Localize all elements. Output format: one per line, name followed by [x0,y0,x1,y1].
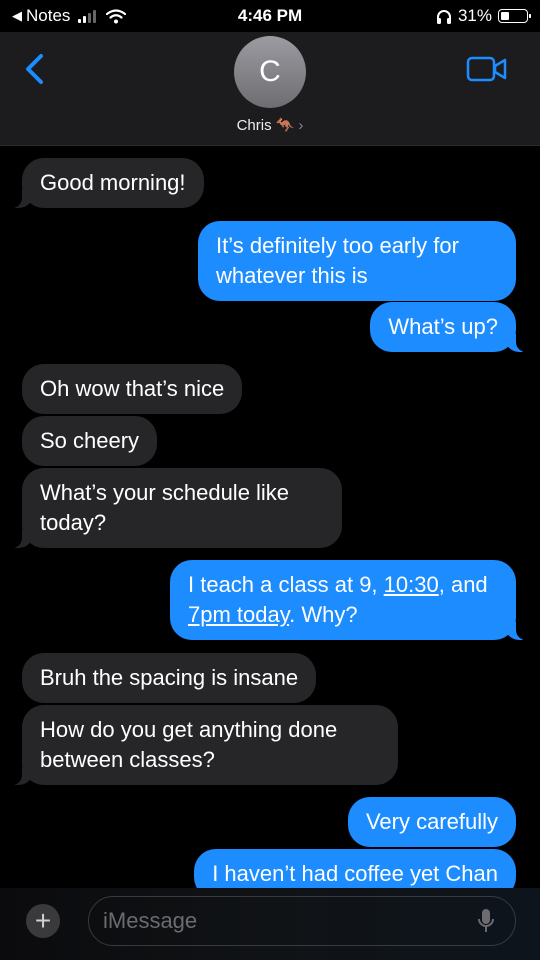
message-bubble[interactable]: What’s up? [370,302,527,352]
time-link[interactable]: 10:30 [384,572,439,597]
message-text: I teach a class at 9, [188,572,384,597]
message-bubble[interactable]: What’s your schedule like today? [11,468,342,548]
message-input-wrapper[interactable] [88,896,516,946]
message-bubble[interactable]: Bruh the spacing is insane [22,653,317,703]
message-text: So cheery [40,428,140,453]
message-bubble[interactable]: I teach a class at 9, 10:30, and 7pm tod… [170,560,527,640]
status-right: 31% [436,6,531,26]
apps-plus-button[interactable]: + [26,904,60,938]
headphones-icon [436,9,451,24]
video-call-icon[interactable] [466,54,508,84]
message-text: How do you get anything done between cla… [40,717,338,772]
contact-avatar[interactable]: C [234,36,306,108]
compose-bar: + [0,888,540,960]
message-bubble[interactable]: How do you get anything done between cla… [11,705,398,785]
back-chevron-icon[interactable] [20,52,50,86]
message-bubble[interactable]: Good morning! [11,158,204,208]
message-text: Bruh the spacing is insane [40,665,299,690]
microphone-icon[interactable] [477,908,495,934]
message-input[interactable] [89,897,459,944]
message-text: . Why? [289,602,358,627]
message-bubble[interactable]: Very carefully [347,797,516,847]
contact-name: Chris 🦘 [236,117,295,134]
message-bubble[interactable]: So cheery [22,416,158,466]
message-bubble[interactable]: I haven’t had coffee yet Chan [194,849,516,888]
message-text: Oh wow that’s nice [40,376,225,401]
date-link[interactable]: 7pm today [188,602,289,627]
contact-name-row[interactable]: Chris 🦘 › [0,116,540,134]
message-thread[interactable]: Good morning! It’s definitely too early … [0,146,540,888]
battery-percent: 31% [457,6,492,25]
message-text: What’s up? [388,314,498,339]
message-bubble[interactable]: Oh wow that’s nice [22,364,243,414]
message-text: Very carefully [365,809,498,834]
message-bubble[interactable]: It’s definitely too early for whatever t… [198,221,516,301]
message-text: Good morning! [40,170,186,195]
message-text: It’s definitely too early for whatever t… [216,233,459,288]
conversation-header: C Chris 🦘 › [0,32,540,146]
message-text: What’s your schedule like today? [40,480,290,535]
battery-icon [498,9,531,23]
message-text: I haven’t had coffee yet Chan [212,861,498,886]
status-bar: ◀ Notes 4:46 PM 31% [0,0,540,32]
message-text: , and [438,572,488,597]
chevron-right-icon: › [298,117,304,134]
